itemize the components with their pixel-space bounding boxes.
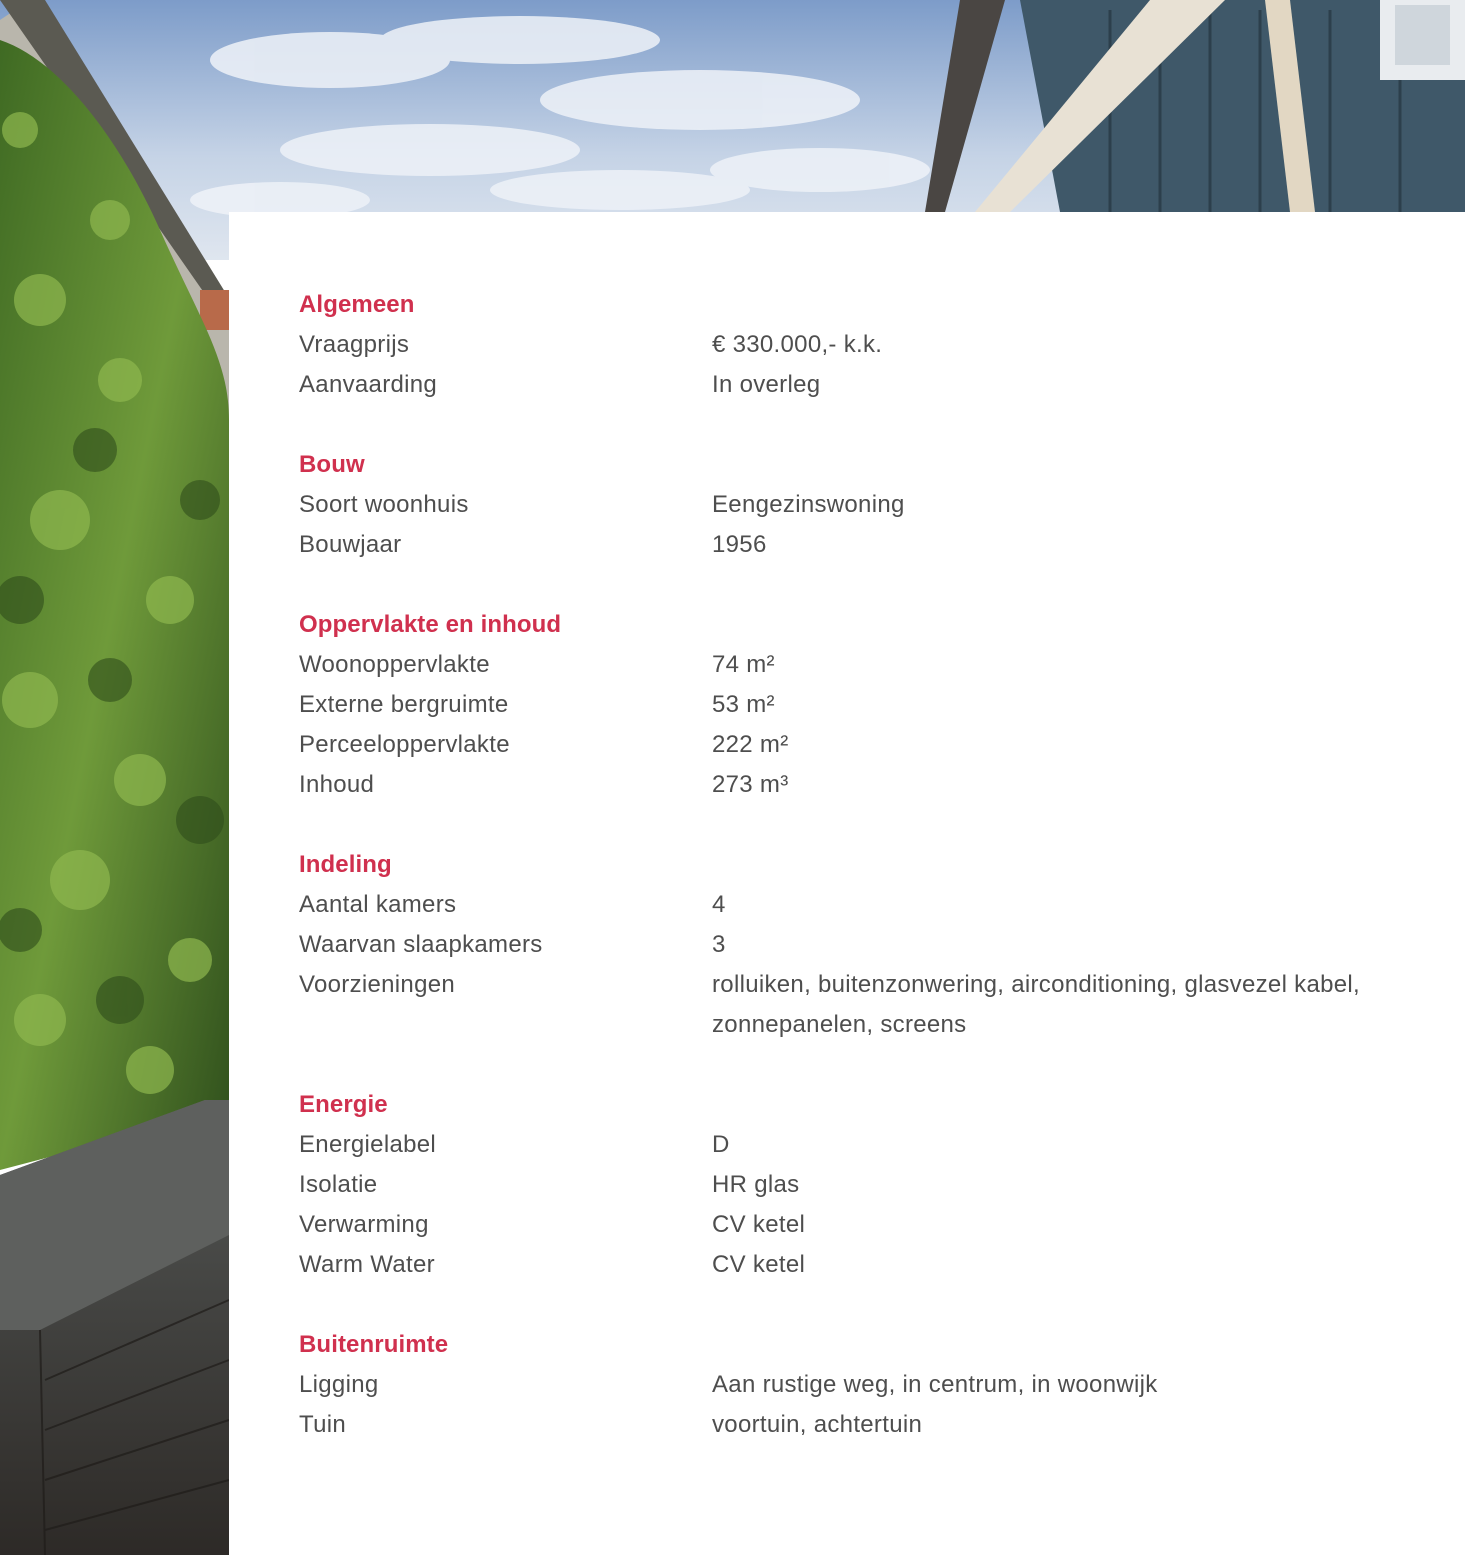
spec-row: Aantal kamers 4 — [299, 885, 1419, 925]
spec-value: € 330.000,- k.k. — [712, 331, 883, 358]
section-indeling: Indeling Aantal kamers 4 Waarvan slaapka… — [299, 845, 1419, 1045]
spec-value: voortuin, achtertuin — [712, 1411, 923, 1438]
spec-label: Ligging — [299, 1371, 379, 1398]
spec-label: Energielabel — [299, 1131, 437, 1158]
spec-row: Aanvaarding In overleg — [299, 365, 1419, 405]
spec-row: Voorzieningen rolluiken, buitenzonwering… — [299, 965, 1419, 1045]
spec-label: Bouwjaar — [299, 531, 402, 558]
spec-label: Tuin — [299, 1411, 346, 1438]
spec-row: Verwarming CV ketel — [299, 1205, 1419, 1245]
spec-value: D — [712, 1131, 730, 1158]
spec-label: Vraagprijs — [299, 331, 410, 358]
spec-label: Verwarming — [299, 1211, 429, 1238]
spec-value: 53 m² — [712, 691, 775, 718]
section-bouw: Bouw Soort woonhuis Eengezinswoning Bouw… — [299, 445, 1419, 565]
spec-value: CV ketel — [712, 1251, 806, 1278]
section-energie: Energie Energielabel D Isolatie HR glas … — [299, 1085, 1419, 1285]
spec-row: Tuin voortuin, achtertuin — [299, 1405, 1419, 1445]
section-title: Algemeen — [299, 291, 415, 318]
spec-row: Energielabel D — [299, 1125, 1419, 1165]
spec-row: Externe bergruimte 53 m² — [299, 685, 1419, 725]
spec-value: 1956 — [712, 531, 767, 558]
specifications-card: Algemeen Vraagprijs € 330.000,- k.k. Aan… — [229, 212, 1465, 1555]
spec-value: 273 m³ — [712, 771, 789, 798]
spec-label: Waarvan slaapkamers — [299, 931, 543, 958]
spec-row: Waarvan slaapkamers 3 — [299, 925, 1419, 965]
spec-value: 222 m² — [712, 731, 789, 758]
spec-value: Aan rustige weg, in centrum, in woonwijk — [712, 1371, 1158, 1398]
spec-label: Soort woonhuis — [299, 491, 469, 518]
spec-row: Perceeloppervlakte 222 m² — [299, 725, 1419, 765]
section-title: Energie — [299, 1091, 388, 1118]
spec-row: Warm Water CV ketel — [299, 1245, 1419, 1285]
spec-label: Perceeloppervlakte — [299, 731, 510, 758]
spec-row: Inhoud 273 m³ — [299, 765, 1419, 805]
section-title: Bouw — [299, 451, 365, 478]
spec-row: Woonoppervlakte 74 m² — [299, 645, 1419, 685]
spec-label: Isolatie — [299, 1171, 378, 1198]
specifications-list: Algemeen Vraagprijs € 330.000,- k.k. Aan… — [299, 285, 1419, 1485]
spec-label: Voorzieningen — [299, 971, 456, 998]
spec-label: Woonoppervlakte — [299, 651, 490, 678]
spec-label: Aanvaarding — [299, 371, 438, 398]
spec-value: In overleg — [712, 371, 821, 398]
spec-value: CV ketel — [712, 1211, 806, 1238]
section-algemeen: Algemeen Vraagprijs € 330.000,- k.k. Aan… — [299, 285, 1419, 405]
spec-row: Bouwjaar 1956 — [299, 525, 1419, 565]
section-buitenruimte: Buitenruimte Ligging Aan rustige weg, in… — [299, 1325, 1419, 1445]
spec-value: 4 — [712, 891, 726, 918]
spec-label: Externe bergruimte — [299, 691, 509, 718]
spec-label: Aantal kamers — [299, 891, 457, 918]
section-title: Indeling — [299, 851, 392, 878]
section-oppervlakte-en-inhoud: Oppervlakte en inhoud Woonoppervlakte 74… — [299, 605, 1419, 805]
spec-label: Warm Water — [299, 1251, 435, 1278]
spec-row: Ligging Aan rustige weg, in centrum, in … — [299, 1365, 1419, 1405]
spec-row: Vraagprijs € 330.000,- k.k. — [299, 325, 1419, 365]
spec-row: Soort woonhuis Eengezinswoning — [299, 485, 1419, 525]
spec-label: Inhoud — [299, 771, 375, 798]
section-title: Oppervlakte en inhoud — [299, 611, 562, 638]
page: Algemeen Vraagprijs € 330.000,- k.k. Aan… — [0, 0, 1465, 1555]
section-title: Buitenruimte — [299, 1331, 449, 1358]
spec-value: HR glas — [712, 1171, 800, 1198]
spec-value: rolluiken, buitenzonwering, aircondition… — [712, 971, 1361, 1038]
spec-value: 74 m² — [712, 651, 775, 678]
spec-row: Isolatie HR glas — [299, 1165, 1419, 1205]
spec-value: Eengezinswoning — [712, 491, 905, 518]
spec-value: 3 — [712, 931, 726, 958]
